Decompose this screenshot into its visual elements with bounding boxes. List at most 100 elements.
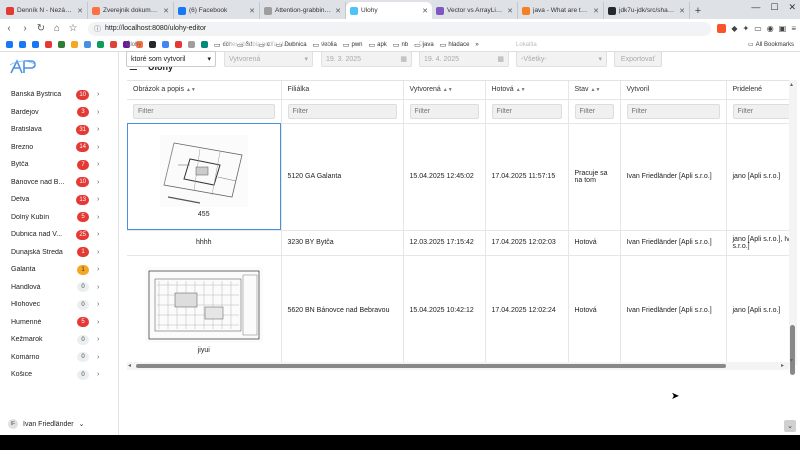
close-tab-icon[interactable]: ✕ (593, 7, 599, 15)
sidebar-toggle-icon[interactable]: ▭ (754, 24, 762, 33)
sidebar-item-city[interactable]: Kežmarok 0 › (0, 331, 119, 349)
forward-icon[interactable]: › (20, 23, 30, 34)
profile-icon[interactable]: ◉ (767, 24, 774, 33)
column-filter-input[interactable] (732, 103, 789, 119)
task-image-thumbnail[interactable] (159, 135, 248, 207)
sidebar-item-city[interactable]: Bardejov 3 › (0, 104, 119, 122)
browser-tab[interactable]: jdk7u-jdk/src/share/cla✕ (604, 2, 690, 19)
menu-icon[interactable]: ≡ (791, 24, 796, 33)
sidebar-item-city[interactable]: Detva 13 › (0, 191, 119, 209)
address-bar[interactable]: ⓘ http://localhost:8080/ulohy-editor (88, 21, 712, 36)
column-header[interactable]: Vytvorená ▲▼ (403, 81, 486, 100)
column-filter-input[interactable] (409, 103, 479, 119)
bookmark-icon-item[interactable] (58, 41, 65, 48)
column-filter-input[interactable] (626, 103, 720, 119)
scroll-right-icon[interactable]: ▸ (781, 362, 784, 369)
calendar-icon[interactable]: ▦ (497, 55, 504, 63)
sidebar-item-city[interactable]: Bánovce nad B... 10 › (0, 174, 119, 192)
bookmark-icon-item[interactable] (71, 41, 78, 48)
home-icon[interactable]: ⌂ (52, 23, 62, 34)
extension-icon[interactable]: ◆ (731, 24, 737, 33)
close-tab-icon[interactable]: ✕ (163, 7, 169, 15)
sidebar-item-city[interactable]: Košice 0 › (0, 366, 119, 384)
shield-extension-icon[interactable] (717, 24, 727, 33)
table-row[interactable]: jiyui 5620 BN Bánovce nad Bebravou 15.04.2… (127, 255, 789, 365)
lokalita-filter-select[interactable]: -Všetky- ▾ (516, 51, 607, 67)
browser-tab[interactable]: Attention-grabbing tec✕ (260, 2, 346, 19)
sidebar-item-city[interactable]: Brezno 14 › (0, 139, 119, 157)
sidebar-item-city[interactable]: Dolný Kubín 5 › (0, 209, 119, 227)
browser-tab[interactable]: Vector vs ArrayList in Ja✕ (432, 2, 518, 19)
close-tab-icon[interactable]: ✕ (335, 7, 341, 15)
browser-tab[interactable]: (6) Facebook ✕ (174, 2, 260, 19)
column-header[interactable]: Hotová ▲▼ (485, 81, 569, 100)
close-tab-icon[interactable]: ✕ (422, 7, 428, 15)
minimize-icon[interactable]: — (751, 2, 760, 13)
table-row[interactable]: 455 5120 GA Galanta 15.04.2025 12:45:02 17.… (127, 123, 789, 231)
maximize-icon[interactable]: ☐ (770, 2, 778, 13)
do-date-input[interactable]: 19. 4. 2025 ▦ (419, 51, 509, 67)
column-filter-input[interactable] (574, 103, 614, 119)
sort-icon[interactable]: ▲▼ (443, 87, 453, 93)
browser-tab[interactable]: java - What are the diffe✕ (518, 2, 604, 19)
puzzle-icon[interactable]: ✦ (743, 24, 750, 33)
column-header[interactable]: Obrázok a popis ▲▼ (127, 81, 282, 100)
browser-tab[interactable]: Úlohy ✕ (346, 2, 432, 19)
bookmark-icon-item[interactable] (45, 41, 52, 48)
calendar-icon[interactable]: ▦ (400, 55, 407, 63)
column-filter-input[interactable] (133, 103, 275, 119)
sidebar-item-city[interactable]: Dubnica nad V... 25 › (0, 226, 119, 244)
table-row[interactable]: hhhh 3230 BY Bytča 12.03.2025 17:15:42 17.0… (127, 230, 789, 256)
sidebar-item-city[interactable]: Humenné 5 › (0, 314, 119, 332)
horizontal-scroll-thumb[interactable] (136, 364, 726, 368)
sidebar-item-city[interactable]: Hlohovec 0 › (0, 296, 119, 314)
sort-icon[interactable]: ▲▼ (516, 87, 526, 93)
sidebar-item-city[interactable]: Handlová 0 › (0, 279, 119, 297)
column-header[interactable]: Pridelené (726, 81, 789, 100)
bookmark-icon-item[interactable] (19, 41, 26, 48)
close-tab-icon[interactable]: ✕ (507, 7, 513, 15)
url-text[interactable]: http://localhost:8080/ulohy-editor (105, 25, 206, 32)
sort-icon[interactable]: ▲▼ (591, 87, 601, 93)
bookmark-star-icon[interactable]: ☆ (68, 23, 78, 34)
sidebar-item-city[interactable]: Komárno 0 › (0, 349, 119, 367)
close-tab-icon[interactable]: ✕ (77, 7, 83, 15)
column-header[interactable]: Vytvoril (620, 81, 727, 100)
column-filter-input[interactable] (491, 103, 562, 119)
sidebar-item-city[interactable]: Galanta 1 › (0, 261, 119, 279)
column-filter-input[interactable] (287, 103, 397, 119)
sidebar-item-city[interactable]: Bratislava 31 › (0, 121, 119, 139)
scroll-up-icon[interactable]: ▴ (790, 81, 793, 88)
sidebar-item-city[interactable]: Banská Bystrica 10 › (0, 86, 119, 104)
bookmark-icon-item[interactable] (6, 41, 13, 48)
close-window-icon[interactable]: ✕ (788, 2, 796, 13)
bookmark-icon-item[interactable] (97, 41, 104, 48)
scroll-corner-chevron-icon[interactable]: ⌄ (784, 420, 796, 432)
scroll-left-icon[interactable]: ◂ (128, 362, 131, 369)
browser-tab[interactable]: Zverejnik dokumenty o✕ (88, 2, 174, 19)
scroll-down-icon[interactable]: ▾ (790, 357, 793, 364)
uloh-filter-select[interactable]: ktoré som vytvoril ▾ (126, 51, 216, 67)
task-image-thumbnail[interactable] (144, 266, 263, 343)
image-description-cell[interactable]: 455 (127, 123, 282, 231)
user-menu[interactable]: IF Ivan Friedländer ⌄ (8, 419, 84, 429)
bookmark-icon-item[interactable] (84, 41, 91, 48)
horizontal-scrollbar[interactable]: ◂ ▸ (127, 362, 789, 370)
column-header[interactable]: Filiálka (281, 81, 404, 100)
back-icon[interactable]: ‹ (4, 23, 14, 34)
bookmark-icon-item[interactable] (110, 41, 117, 48)
reload-icon[interactable]: ↻ (36, 23, 46, 34)
wallet-icon[interactable]: ▣ (779, 24, 787, 33)
new-tab-icon[interactable]: + (690, 2, 706, 19)
image-description-cell[interactable]: jiyui (127, 255, 282, 365)
bookmark-icon-item[interactable] (32, 41, 39, 48)
sort-icon[interactable]: ▲▼ (186, 87, 196, 93)
sidebar-item-city[interactable]: Dunajská Streda 1 › (0, 244, 119, 262)
vertical-scroll-thumb[interactable] (790, 325, 795, 375)
stav-filter-select[interactable]: Vytvorená ▾ (224, 51, 313, 67)
sidebar-item-city[interactable]: Bytča 7 › (0, 156, 119, 174)
site-info-icon[interactable]: ⓘ (94, 24, 101, 34)
browser-tab[interactable]: Denník N - Nezávislý d✕ (2, 2, 88, 19)
close-tab-icon[interactable]: ✕ (679, 7, 685, 15)
export-button[interactable]: Exportovať (614, 51, 662, 67)
